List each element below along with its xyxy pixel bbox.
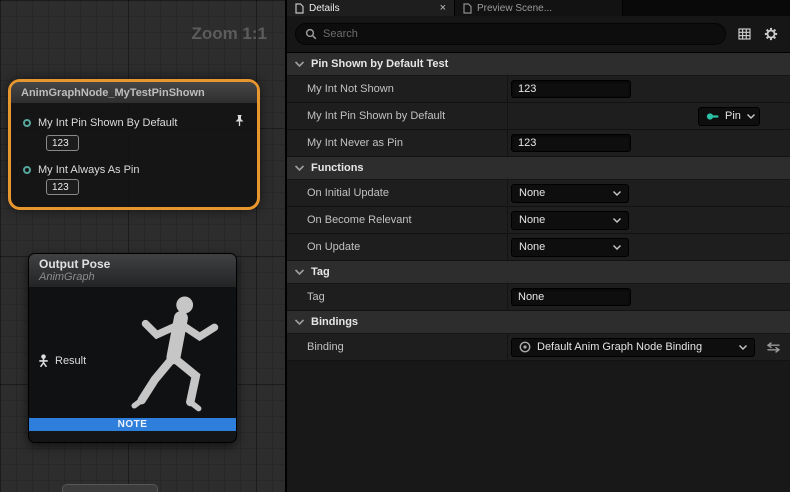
search-icon bbox=[305, 28, 317, 40]
chevron-down-icon bbox=[747, 114, 755, 119]
chevron-down-icon bbox=[739, 345, 747, 350]
my-int-not-shown-input[interactable] bbox=[511, 80, 631, 98]
pin-icon bbox=[706, 112, 719, 121]
property-row: On Update None bbox=[287, 234, 790, 261]
search-row bbox=[287, 16, 790, 53]
search-input[interactable] bbox=[323, 28, 716, 40]
pin-label: My Int Pin Shown By Default bbox=[38, 117, 177, 129]
anim-graph-test-node[interactable]: AnimGraphNode_MyTestPinShown My Int Pin … bbox=[8, 79, 260, 210]
unreal-editor-window: Zoom 1:1 AnimGraphNode_MyTestPinShown My… bbox=[0, 0, 790, 492]
chevron-down-icon bbox=[613, 191, 621, 196]
pin-value: 123 bbox=[52, 138, 69, 149]
property-label: Tag bbox=[287, 291, 507, 303]
output-pose-node-body: Result NOTE bbox=[29, 288, 236, 431]
binding-class-icon bbox=[519, 341, 531, 353]
node-title: Output Pose bbox=[39, 257, 226, 271]
chevron-down-icon bbox=[295, 165, 304, 171]
dropdown-value: Pin bbox=[725, 110, 741, 122]
property-label: My Int Not Shown bbox=[287, 83, 507, 95]
anim-graph-canvas[interactable]: Zoom 1:1 AnimGraphNode_MyTestPinShown My… bbox=[0, 0, 285, 492]
dropdown-value: Default Anim Graph Node Binding bbox=[537, 341, 702, 353]
pose-pin-icon[interactable] bbox=[38, 354, 49, 367]
property-label: On Initial Update bbox=[287, 187, 507, 199]
property-row: My Int Pin Shown by Default Pin bbox=[287, 103, 790, 130]
bind-arrows-icon[interactable] bbox=[767, 342, 780, 353]
section-title: Tag bbox=[311, 266, 330, 278]
section-bindings[interactable]: Bindings bbox=[287, 311, 790, 334]
pin-visibility-dropdown[interactable]: Pin bbox=[698, 107, 760, 126]
search-box[interactable] bbox=[295, 23, 726, 45]
tab-label: Details bbox=[309, 3, 340, 14]
property-label: On Become Relevant bbox=[287, 214, 507, 226]
pin-value: 123 bbox=[52, 182, 69, 193]
mannequin-preview-image bbox=[128, 290, 232, 435]
tab-details[interactable]: Details × bbox=[287, 0, 455, 16]
section-tag[interactable]: Tag bbox=[287, 261, 790, 284]
chevron-down-icon bbox=[613, 245, 621, 250]
note-badge: NOTE bbox=[29, 418, 236, 431]
pin-label: My Int Always As Pin bbox=[38, 164, 139, 176]
property-row: On Become Relevant None bbox=[287, 207, 790, 234]
property-label: My Int Pin Shown by Default bbox=[287, 110, 507, 122]
property-row: On Initial Update None bbox=[287, 180, 790, 207]
input-pin-icon[interactable] bbox=[23, 119, 31, 127]
preview-scene-tab-icon bbox=[463, 3, 472, 14]
property-label: On Update bbox=[287, 241, 507, 253]
settings-gear-icon[interactable] bbox=[762, 27, 780, 41]
result-pin-label: Result bbox=[55, 355, 86, 367]
section-pin-shown-by-default-test[interactable]: Pin Shown by Default Test bbox=[287, 53, 790, 76]
input-pin-icon[interactable] bbox=[23, 166, 31, 174]
property-row: My Int Never as Pin bbox=[287, 130, 790, 157]
property-label: Binding bbox=[287, 341, 507, 353]
chevron-down-icon bbox=[295, 61, 304, 67]
on-initial-update-dropdown[interactable]: None bbox=[511, 184, 629, 203]
on-become-relevant-dropdown[interactable]: None bbox=[511, 211, 629, 230]
details-empty-area bbox=[287, 361, 790, 492]
my-int-never-as-pin-input[interactable] bbox=[511, 134, 631, 152]
pin-value-input[interactable]: 123 bbox=[46, 135, 79, 151]
tab-preview-scene[interactable]: Preview Scene... bbox=[455, 0, 623, 16]
dropdown-value: None bbox=[519, 241, 545, 253]
details-panel: Details × Preview Scene... bbox=[285, 0, 790, 492]
chevron-down-icon bbox=[295, 319, 304, 325]
section-title: Pin Shown by Default Test bbox=[311, 58, 448, 70]
details-tab-icon bbox=[295, 3, 304, 14]
section-title: Bindings bbox=[311, 316, 358, 328]
property-row: Binding Default Anim Graph Node Binding bbox=[287, 334, 790, 361]
tab-label: Preview Scene... bbox=[477, 3, 552, 14]
output-pose-node-header[interactable]: Output Pose AnimGraph bbox=[29, 254, 236, 288]
tag-input[interactable] bbox=[511, 288, 631, 306]
section-functions[interactable]: Functions bbox=[287, 157, 790, 180]
node-title[interactable]: AnimGraphNode_MyTestPinShown bbox=[11, 82, 257, 104]
pin-value-input[interactable]: 123 bbox=[46, 179, 79, 195]
property-matrix-icon[interactable] bbox=[735, 28, 753, 40]
node-subtitle: AnimGraph bbox=[39, 271, 226, 283]
output-pose-node[interactable]: Output Pose AnimGraph bbox=[28, 253, 237, 443]
chevron-down-icon bbox=[613, 218, 621, 223]
property-row: Tag bbox=[287, 284, 790, 311]
binding-dropdown[interactable]: Default Anim Graph Node Binding bbox=[511, 338, 755, 357]
tab-bar: Details × Preview Scene... bbox=[287, 0, 790, 16]
dropdown-value: None bbox=[519, 214, 545, 226]
property-label: My Int Never as Pin bbox=[287, 137, 507, 149]
pushpin-icon[interactable] bbox=[234, 114, 245, 132]
chevron-down-icon bbox=[295, 269, 304, 275]
close-tab-icon[interactable]: × bbox=[440, 3, 446, 14]
on-update-dropdown[interactable]: None bbox=[511, 238, 629, 257]
property-row: My Int Not Shown bbox=[287, 76, 790, 103]
dropdown-value: None bbox=[519, 187, 545, 199]
zoom-level-label: Zoom 1:1 bbox=[191, 24, 267, 44]
partial-node[interactable] bbox=[62, 484, 158, 492]
section-title: Functions bbox=[311, 162, 364, 174]
